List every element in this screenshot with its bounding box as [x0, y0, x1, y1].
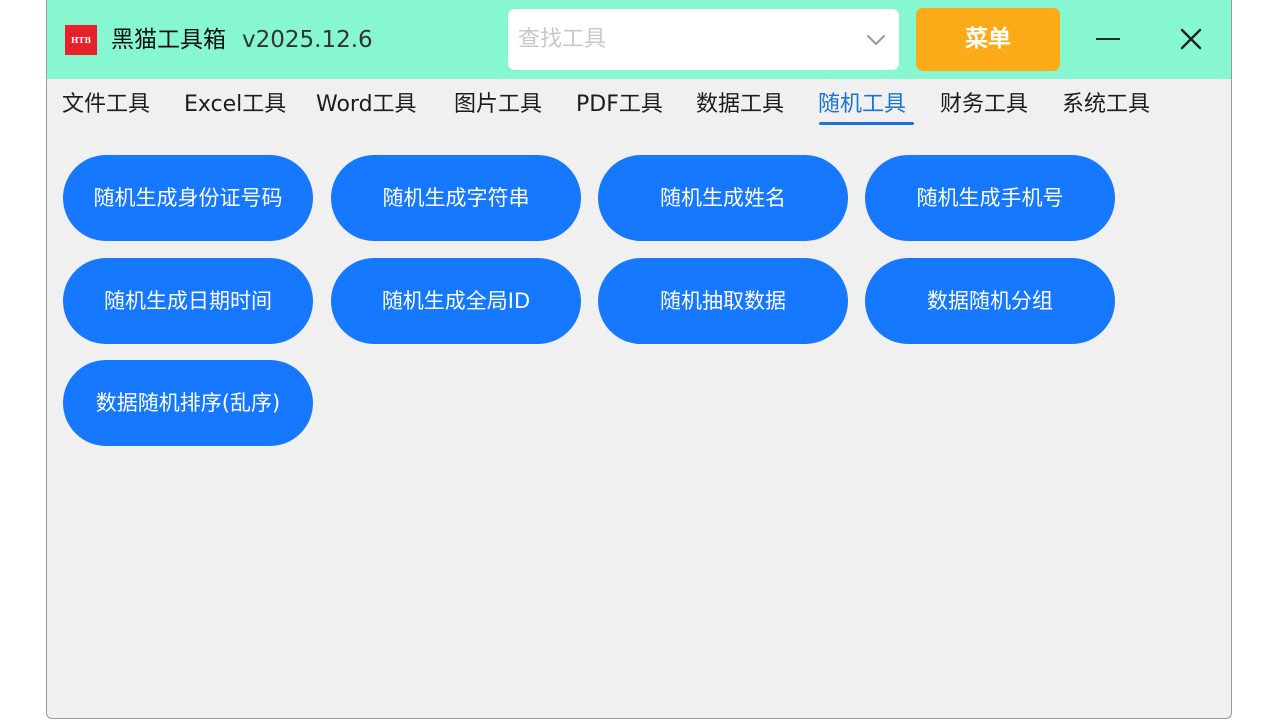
tab-word-tools[interactable]: Word工具: [316, 89, 417, 121]
random-shuffle-button[interactable]: 数据随机排序(乱序): [63, 360, 313, 446]
search-combobox[interactable]: [508, 9, 899, 70]
app-window: HTB 黑猫工具箱 v2025.12.6 菜单 文件工具 Excel工具 Wor…: [46, 0, 1232, 719]
random-id-card-button[interactable]: 随机生成身份证号码: [63, 155, 313, 241]
tab-finance-tools[interactable]: 财务工具: [940, 89, 1028, 121]
app-name: 黑猫工具箱: [111, 27, 226, 53]
tab-bar: 文件工具 Excel工具 Word工具 图片工具 PDF工具 数据工具 随机工具…: [47, 79, 1231, 131]
tab-data-tools[interactable]: 数据工具: [696, 89, 784, 121]
tab-random-tools[interactable]: 随机工具: [818, 89, 906, 121]
menu-button[interactable]: 菜单: [916, 8, 1060, 71]
active-tab-indicator: [819, 122, 914, 125]
tab-system-tools[interactable]: 系统工具: [1062, 89, 1150, 121]
tab-file-tools[interactable]: 文件工具: [62, 89, 150, 121]
random-sample-button[interactable]: 随机抽取数据: [598, 258, 848, 344]
app-logo-icon: HTB: [65, 25, 97, 55]
random-datetime-button[interactable]: 随机生成日期时间: [63, 258, 313, 344]
random-group-button[interactable]: 数据随机分组: [865, 258, 1115, 344]
search-input[interactable]: [518, 9, 848, 70]
random-guid-button[interactable]: 随机生成全局ID: [331, 258, 581, 344]
random-phone-button[interactable]: 随机生成手机号: [865, 155, 1115, 241]
app-version: v2025.12.6: [242, 27, 373, 53]
title-bar: HTB 黑猫工具箱 v2025.12.6 菜单: [47, 0, 1231, 79]
random-string-button[interactable]: 随机生成字符串: [331, 155, 581, 241]
random-name-button[interactable]: 随机生成姓名: [598, 155, 848, 241]
tab-pdf-tools[interactable]: PDF工具: [576, 89, 663, 121]
minimize-icon[interactable]: [1088, 22, 1128, 58]
tab-excel-tools[interactable]: Excel工具: [184, 89, 286, 121]
tab-image-tools[interactable]: 图片工具: [454, 89, 542, 121]
chevron-down-icon[interactable]: [865, 29, 887, 51]
close-icon[interactable]: [1171, 22, 1211, 58]
